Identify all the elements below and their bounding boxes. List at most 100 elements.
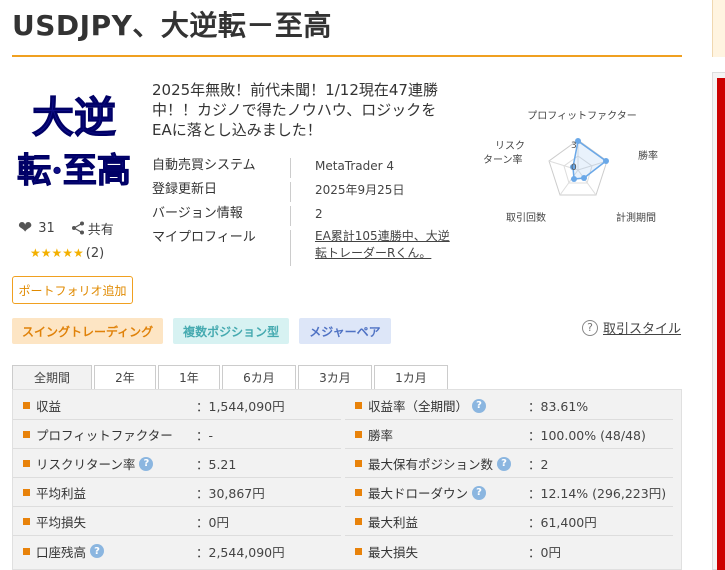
stat-label: リスクリターン率? <box>36 454 196 473</box>
product-info: 自動売買システム MetaTrader 4 登録更新日 2025年9月25日 バ… <box>152 156 455 268</box>
bullet-icon <box>355 518 362 525</box>
info-separator <box>290 230 291 266</box>
tag-multi-position[interactable]: 複数ポジション型 <box>173 318 290 344</box>
side-panel-banner[interactable] <box>717 78 725 570</box>
rating[interactable]: ★★★★★ (2) <box>30 246 104 261</box>
tag-swing[interactable]: スイングトレーディング <box>12 318 164 344</box>
stat-label: 最大ドローダウン? <box>368 483 528 502</box>
radar-point <box>581 175 587 181</box>
stat-label: 口座残高? <box>36 542 196 561</box>
radar-label: 勝率 <box>638 149 658 162</box>
bullet-icon <box>23 518 30 525</box>
trade-style-label: 取引スタイル <box>603 322 682 337</box>
question-icon: ? <box>582 319 598 336</box>
stat-label: 収益 <box>36 399 62 414</box>
info-row-version: バージョン情報 2 <box>152 204 455 228</box>
bullet-icon <box>355 547 362 555</box>
stat-row: 最大損失 ：0円 <box>345 537 673 565</box>
heart-icon[interactable]: ❤ <box>18 218 32 238</box>
bullet-icon <box>23 547 30 555</box>
info-label: バージョン情報 <box>152 206 243 221</box>
product-logo: 大逆 転·至高 <box>14 80 134 195</box>
help-icon[interactable]: ? <box>139 456 154 471</box>
bullet-icon <box>23 489 30 496</box>
stat-value: ：0円 <box>528 544 561 560</box>
stat-value: ：- <box>196 428 214 443</box>
stat-row: 収益 ：1,544,090円 <box>13 392 341 420</box>
stat-row: 勝率 ：100.00% (48/48) <box>345 421 673 449</box>
info-separator <box>290 158 291 178</box>
add-portfolio-button[interactable]: ポートフォリオ追加 <box>12 276 133 304</box>
info-value: MetaTrader 4 <box>315 159 395 173</box>
stat-value: ：100.00% (48/48) <box>528 428 646 443</box>
stat-value: ：83.61% <box>528 399 589 414</box>
stat-row: 最大保有ポジション数? ：2 <box>345 450 673 478</box>
bullet-icon <box>23 460 30 467</box>
trade-style-link[interactable]: ? 取引スタイル <box>582 318 681 337</box>
tag-major-pair[interactable]: メジャーペア <box>299 318 391 344</box>
stat-value: ：2 <box>528 457 549 472</box>
stat-label: 勝率 <box>368 428 394 443</box>
title-divider <box>12 55 682 57</box>
stat-row: 最大ドローダウン? ：12.14% (296,223円) <box>345 479 673 507</box>
info-row-profile: マイプロフィール EA累計105連勝中、大逆転トレーダーRくん。 <box>152 228 455 268</box>
help-icon[interactable]: ? <box>90 544 105 558</box>
bullet-icon <box>355 489 362 496</box>
stat-row: 口座残高? ：2,544,090円 <box>13 537 341 565</box>
stats-panel: 収益 ：1,544,090円 プロフィットファクター ：- リスクリターン率? ：5.… <box>12 389 682 570</box>
radar-label-b: ターン率 <box>483 153 523 166</box>
stat-value: ：30,867円 <box>196 486 265 501</box>
tab-1m[interactable]: 1カ月 <box>374 365 448 389</box>
stat-row: リスクリターン率? ：5.21 <box>13 450 341 478</box>
tab-all[interactable]: 全期間 <box>12 365 92 389</box>
stat-value: ：2,544,090円 <box>196 544 285 560</box>
info-separator <box>290 206 291 226</box>
bullet-icon <box>23 402 30 409</box>
stat-label: 平均損失 <box>36 515 87 530</box>
radar-point <box>603 158 609 164</box>
stat-value: ：1,544,090円 <box>196 399 285 414</box>
logo-text-line2: 転·至高 <box>17 151 131 191</box>
help-icon[interactable]: ? <box>497 456 512 471</box>
share-label: 共有 <box>87 222 114 238</box>
tag-list: スイングトレーディング 複数ポジション型 メジャーペア <box>12 318 391 344</box>
stat-row: 平均利益 ：30,867円 <box>13 479 341 507</box>
info-label: 登録更新日 <box>152 182 218 197</box>
stat-value: ：61,400円 <box>528 515 597 530</box>
radar-tick-high: 3 <box>571 141 577 151</box>
radar-label-a: リスク <box>495 140 525 152</box>
radar-label: 計測期間 <box>616 211 656 224</box>
tab-3m[interactable]: 3カ月 <box>298 365 372 389</box>
star-icons: ★★★★★ <box>30 246 84 260</box>
stat-value: ：5.21 <box>196 457 237 472</box>
stat-row: 最大利益 ：61,400円 <box>345 508 673 536</box>
bullet-icon <box>355 402 362 409</box>
info-label: 自動売買システム <box>152 158 256 173</box>
stat-label: 収益率（全期間）? <box>368 396 528 415</box>
tab-6m[interactable]: 6カ月 <box>222 365 296 389</box>
share-icon <box>71 221 84 235</box>
help-icon[interactable]: ? <box>472 398 487 413</box>
radar-series <box>572 139 608 180</box>
bullet-icon <box>23 431 30 438</box>
radar-label: プロフィットファクター <box>527 110 636 122</box>
help-icon[interactable]: ? <box>472 485 487 500</box>
like-count: 31 <box>38 220 55 236</box>
info-row-updated: 登録更新日 2025年9月25日 <box>152 180 455 204</box>
info-separator <box>290 182 291 202</box>
bullet-icon <box>355 460 362 467</box>
page-title: USDJPY、大逆転－至高 <box>12 9 332 42</box>
info-label: マイプロフィール <box>152 230 256 245</box>
stat-label: 最大利益 <box>368 515 419 530</box>
tab-2y[interactable]: 2年 <box>94 365 156 389</box>
info-row-system: 自動売買システム MetaTrader 4 <box>152 156 455 180</box>
profile-link[interactable]: EA累計105連勝中、大逆転トレーダーRくん。 <box>315 228 455 268</box>
stat-label: 最大保有ポジション数? <box>368 454 528 473</box>
stat-label: 平均利益 <box>36 486 87 501</box>
tab-1y[interactable]: 1年 <box>158 365 220 389</box>
radar-chart: 3 0 プロフィットファクター 勝率 計測期間 取引回数 リスク ターン率 <box>483 110 658 224</box>
period-tabs: 全期間 2年 1年 6カ月 3カ月 1カ月 <box>12 365 450 389</box>
share-button[interactable]: 共有 <box>71 219 114 238</box>
stat-label: プロフィットファクター <box>36 428 173 443</box>
stat-row: プロフィットファクター ：- <box>13 421 341 449</box>
